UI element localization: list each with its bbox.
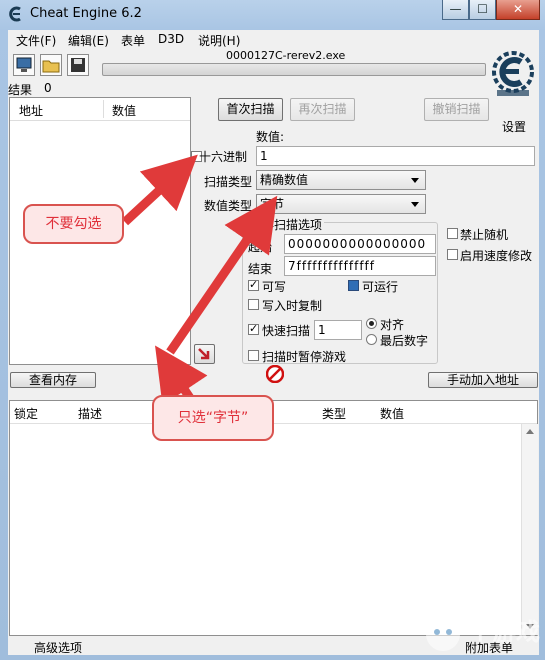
app-window: Cheat Engine 6.2 — ☐ ✕ 文件(F) 编辑(E) 表单 D3… [0,0,545,660]
arrow-to-value-type [166,195,278,355]
arrow-to-view-memory [155,345,208,406]
callout-byte-only: 只选“字节” [152,395,274,441]
annotation-arrows [121,154,278,406]
callout-dont-check: 不要勾选 [23,204,124,244]
arrow-to-hex [121,154,198,226]
